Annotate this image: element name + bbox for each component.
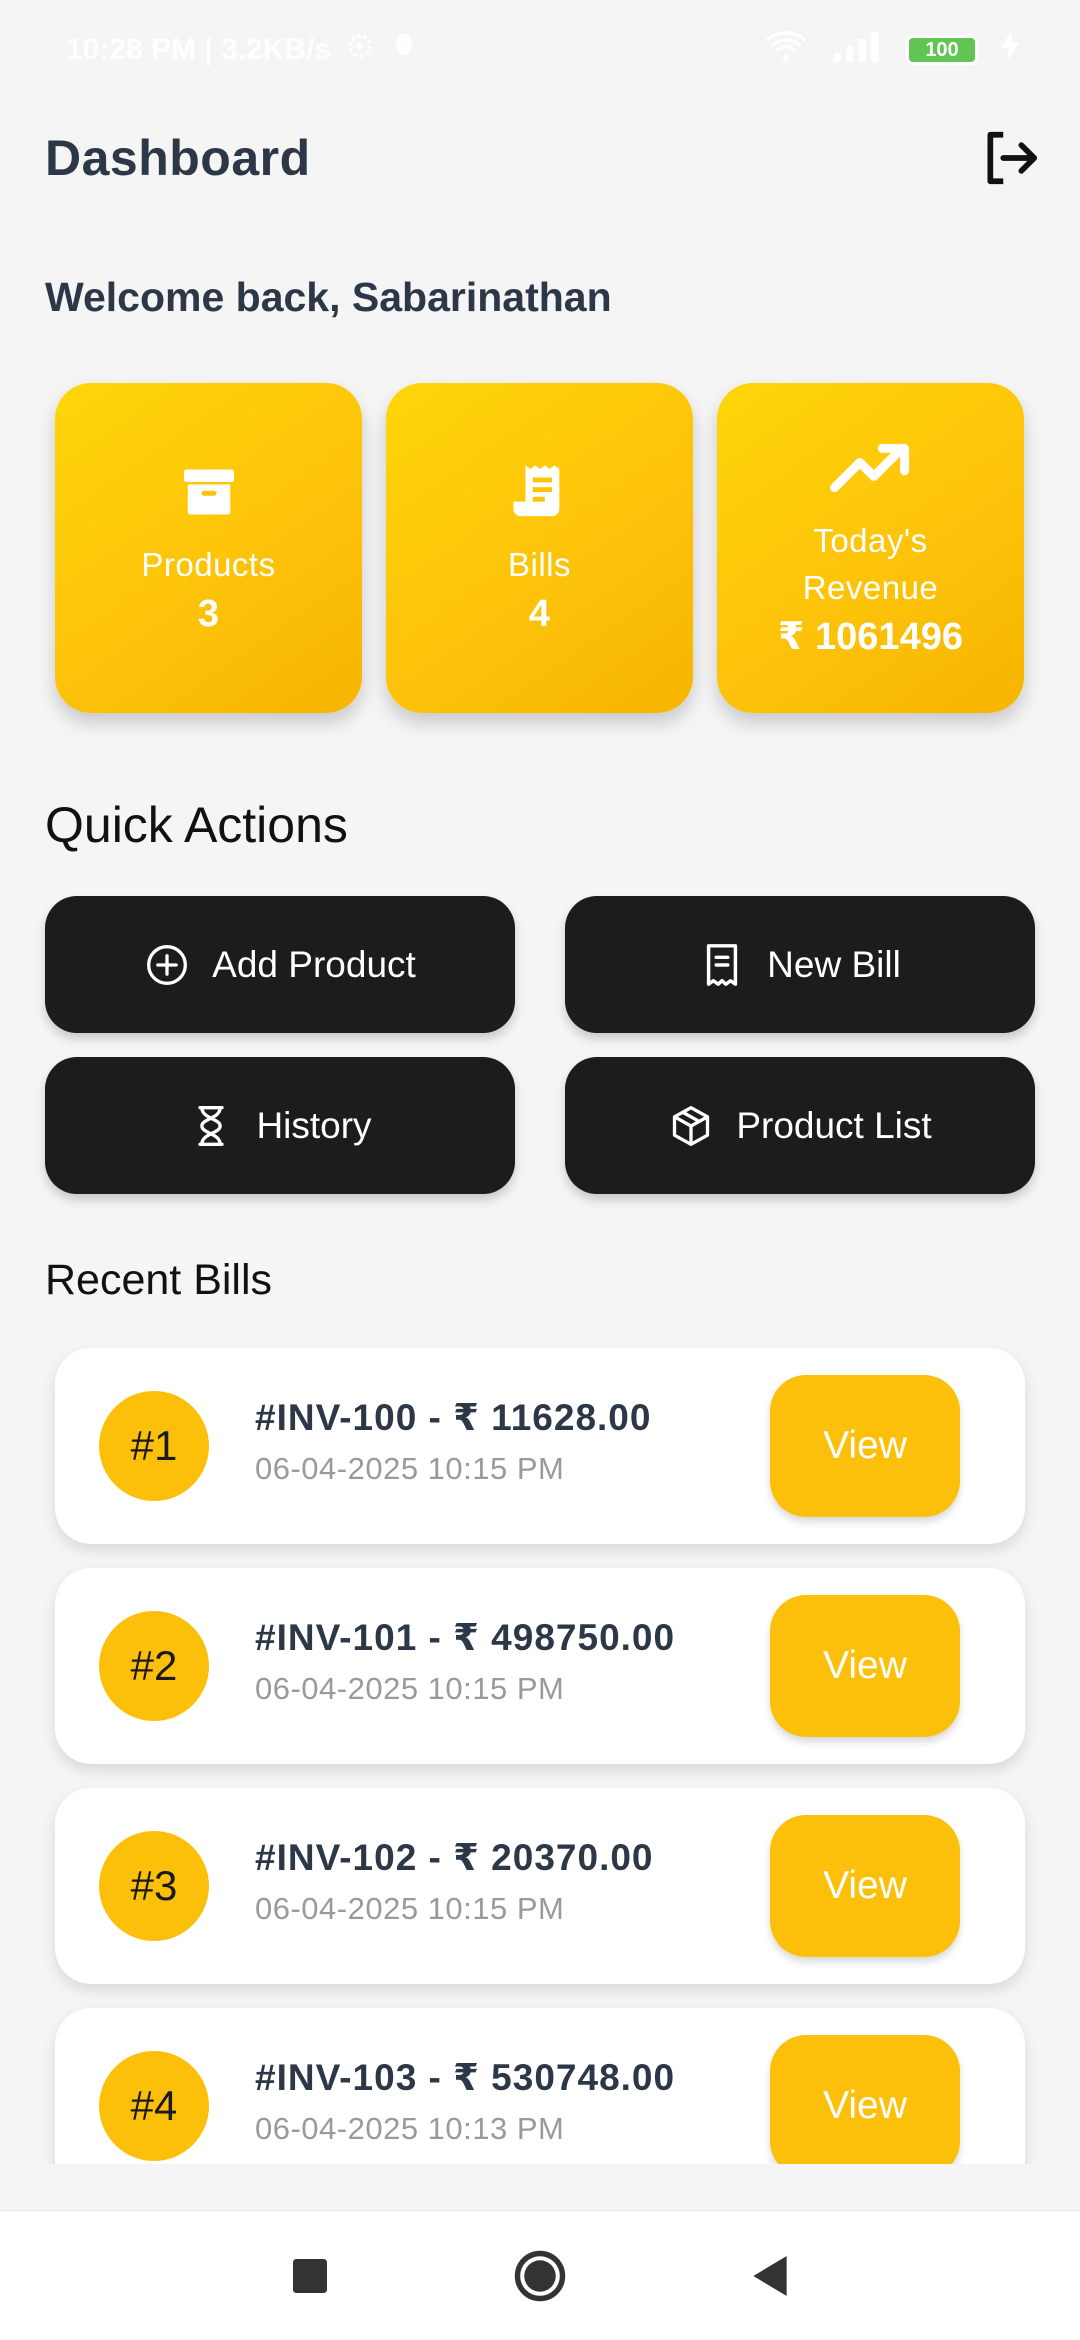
home-button[interactable] xyxy=(510,2246,570,2306)
logout-button[interactable] xyxy=(977,124,1045,192)
battery-indicator: 100 xyxy=(906,35,978,65)
bill-title: #INV-101 - ₹ 498750.00 xyxy=(255,1617,676,1658)
welcome-message: Welcome back, Sabarinathan xyxy=(45,274,612,320)
snapchat-ghost-icon xyxy=(389,31,419,69)
signal-icon xyxy=(830,30,884,70)
bill-number-badge: #1 xyxy=(99,1391,209,1501)
status-time: 10:28 PM | 3.2KB/s xyxy=(66,33,332,66)
history-button[interactable]: History xyxy=(45,1057,515,1194)
stats-row: Products 3 Bills 4 Today's Revenue ₹ 106… xyxy=(55,383,1025,713)
back-triangle-icon xyxy=(753,2255,787,2296)
quick-actions-grid: Add Product New Bill History Product Lis… xyxy=(45,896,1035,1194)
add-product-label: Add Product xyxy=(212,943,416,985)
bill-info: #INV-103 - ₹ 530748.00 06-04-2025 10:13 … xyxy=(255,2056,675,2147)
receipt-icon xyxy=(699,942,745,988)
bill-date: 06-04-2025 10:15 PM xyxy=(255,1891,565,1926)
quick-actions-title: Quick Actions xyxy=(45,797,348,853)
product-list-label: Product List xyxy=(736,1104,932,1146)
plus-circle-icon xyxy=(144,942,190,988)
bill-card[interactable]: #2 #INV-101 - ₹ 498750.00 06-04-2025 10:… xyxy=(55,1568,1025,1764)
new-bill-button[interactable]: New Bill xyxy=(565,896,1035,1033)
status-right: 100 xyxy=(764,30,1020,70)
bill-card[interactable]: #1 #INV-100 - ₹ 11628.00 06-04-2025 10:1… xyxy=(55,1348,1025,1544)
stat-label: Bills xyxy=(507,545,571,583)
bill-date: 06-04-2025 10:13 PM xyxy=(255,2111,565,2146)
view-bill-button[interactable]: View xyxy=(770,1815,960,1957)
history-label: History xyxy=(256,1104,372,1146)
system-nav-bar xyxy=(0,2210,1080,2340)
archive-box-icon xyxy=(179,457,239,527)
bill-title: #INV-100 - ₹ 11628.00 xyxy=(255,1397,652,1438)
stat-card-bills[interactable]: Bills 4 xyxy=(386,383,693,713)
header: Dashboard xyxy=(45,118,1045,198)
recent-bills-list[interactable]: #1 #INV-100 - ₹ 11628.00 06-04-2025 10:1… xyxy=(0,1336,1080,2164)
bill-number-badge: #3 xyxy=(99,1831,209,1941)
stat-card-products[interactable]: Products 3 xyxy=(55,383,362,713)
view-bill-button[interactable]: View xyxy=(770,1595,960,1737)
recents-button[interactable] xyxy=(280,2246,340,2306)
bill-date: 06-04-2025 10:15 PM xyxy=(255,1671,565,1706)
bill-card[interactable]: #3 #INV-102 - ₹ 20370.00 06-04-2025 10:1… xyxy=(55,1788,1025,1984)
stat-label: Products xyxy=(141,545,276,583)
bill-card[interactable]: #4 #INV-103 - ₹ 530748.00 06-04-2025 10:… xyxy=(55,2008,1025,2164)
square-icon xyxy=(293,2258,327,2293)
stat-card-revenue[interactable]: Today's Revenue ₹ 1061496 xyxy=(717,383,1024,713)
status-bar: 10:28 PM | 3.2KB/s 100 xyxy=(0,0,1080,100)
stat-label: Today's Revenue xyxy=(802,522,939,606)
bill-title: #INV-103 - ₹ 530748.00 xyxy=(255,2057,676,2098)
bill-number-badge: #4 xyxy=(99,2051,209,2161)
back-button[interactable] xyxy=(740,2246,800,2306)
circle-icon xyxy=(514,2250,566,2301)
hourglass-icon xyxy=(188,1103,234,1149)
charging-bolt-icon xyxy=(1000,31,1020,69)
bill-info: #INV-101 - ₹ 498750.00 06-04-2025 10:15 … xyxy=(255,1616,675,1707)
page-title: Dashboard xyxy=(45,130,311,186)
bill-info: #INV-102 - ₹ 20370.00 06-04-2025 10:15 P… xyxy=(255,1836,654,1927)
view-bill-button[interactable]: View xyxy=(770,1375,960,1517)
product-list-button[interactable]: Product List xyxy=(565,1057,1035,1194)
receipt-icon xyxy=(511,457,569,527)
stat-value: 4 xyxy=(528,592,551,635)
bill-info: #INV-100 - ₹ 11628.00 06-04-2025 10:15 P… xyxy=(255,1396,651,1487)
stat-value: ₹ 1061496 xyxy=(778,616,963,658)
box-icon xyxy=(668,1103,714,1149)
trending-up-icon xyxy=(829,433,913,503)
view-bill-button[interactable]: View xyxy=(770,2035,960,2164)
logout-icon xyxy=(987,131,1038,185)
recent-bills-title: Recent Bills xyxy=(45,1256,273,1304)
stat-value: 3 xyxy=(197,592,220,635)
bill-number-badge: #2 xyxy=(99,1611,209,1721)
bill-title: #INV-102 - ₹ 20370.00 xyxy=(255,1837,654,1878)
dashboard-screen: 10:28 PM | 3.2KB/s 100 Dashboard Welcome… xyxy=(0,0,1080,2340)
wifi-icon xyxy=(764,30,808,70)
bill-date: 06-04-2025 10:15 PM xyxy=(255,1451,565,1486)
add-product-button[interactable]: Add Product xyxy=(45,896,515,1033)
new-bill-label: New Bill xyxy=(767,943,901,985)
status-left: 10:28 PM | 3.2KB/s xyxy=(66,31,419,69)
settings-gear-icon xyxy=(345,31,375,69)
